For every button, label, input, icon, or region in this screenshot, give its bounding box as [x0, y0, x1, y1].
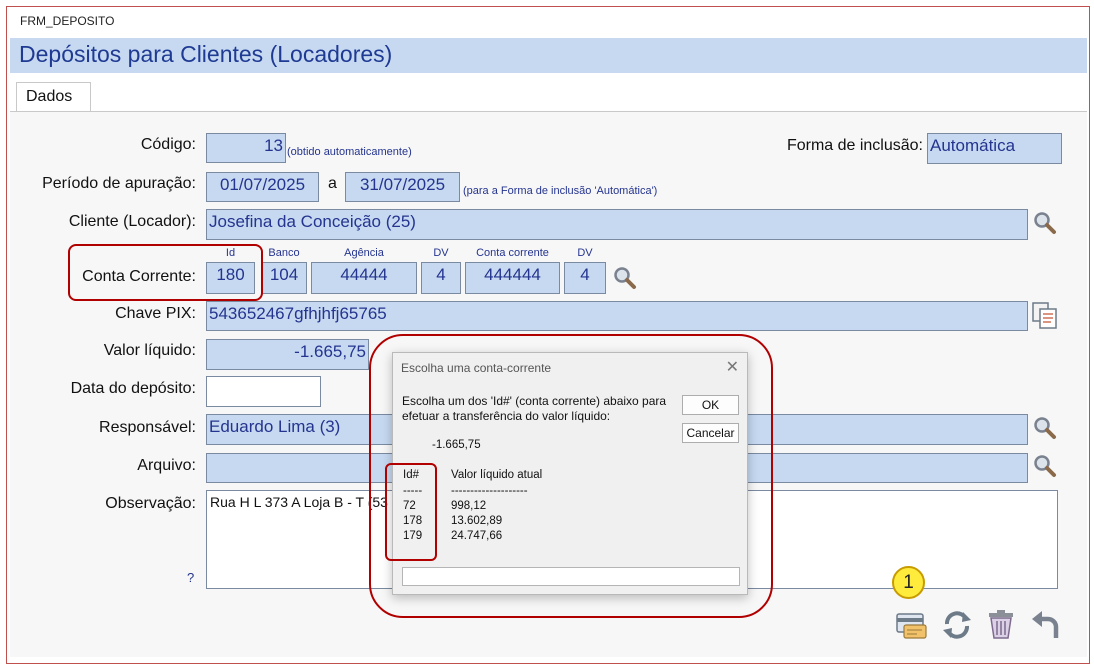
search-icon[interactable]: [613, 266, 637, 290]
codigo-field[interactable]: 13: [206, 133, 286, 163]
help-link[interactable]: ?: [187, 570, 194, 585]
step-badge: 1: [892, 566, 925, 599]
conta-dv1-field[interactable]: 4: [421, 262, 461, 294]
conta-dv1-header: DV: [433, 247, 449, 259]
form-header: Depósitos para Clientes (Locadores): [10, 38, 1087, 73]
pix-label: Chave PIX:: [115, 305, 196, 322]
forma-inclusao-field[interactable]: Automática: [927, 133, 1062, 164]
conta-agencia-header: Agência: [344, 247, 384, 259]
tab-dados[interactable]: Dados: [16, 82, 91, 112]
conta-dv2-field[interactable]: 4: [564, 262, 606, 294]
periodo-start-field[interactable]: 01/07/2025: [206, 172, 319, 202]
valor-field[interactable]: -1.665,75: [206, 339, 369, 370]
copy-icon[interactable]: [1032, 302, 1059, 330]
deposit-card-icon[interactable]: [895, 610, 928, 640]
cliente-field[interactable]: Josefina da Conceição (25): [206, 209, 1028, 240]
conta-corrente-header: Conta corrente: [476, 247, 549, 259]
trash-icon[interactable]: [986, 608, 1016, 640]
pix-field[interactable]: 543652467gfhjhfj65765: [206, 301, 1028, 331]
periodo-note: (para a Forma de inclusão 'Automática'): [463, 185, 658, 197]
conta-dv2-header: DV: [577, 247, 593, 259]
periodo-label: Período de apuração:: [42, 175, 196, 192]
conta-agencia-field[interactable]: 44444: [311, 262, 417, 294]
data-deposito-label: Data do depósito:: [70, 380, 196, 397]
forma-inclusao-label: Forma de inclusão:: [786, 137, 923, 154]
search-icon[interactable]: [1033, 416, 1057, 440]
codigo-note: (obtido automaticamente): [287, 146, 412, 158]
window-title: FRM_DEPOSITO: [20, 14, 115, 28]
conta-banco-field[interactable]: 104: [261, 262, 307, 294]
page-title: Depósitos para Clientes (Locadores): [19, 41, 393, 67]
valor-label: Valor líquido:: [103, 342, 196, 359]
arquivo-label: Arquivo:: [137, 457, 196, 474]
responsavel-label: Responsável:: [99, 419, 196, 436]
search-icon[interactable]: [1033, 454, 1057, 478]
periodo-end-field[interactable]: 31/07/2025: [345, 172, 460, 202]
data-deposito-field[interactable]: [206, 376, 321, 407]
undo-icon[interactable]: [1030, 610, 1062, 640]
observacao-label: Observação:: [105, 495, 196, 512]
conta-corrente-field[interactable]: 444444: [465, 262, 560, 294]
cliente-label: Cliente (Locador):: [68, 213, 196, 230]
conta-highlight: [68, 244, 263, 301]
refresh-icon[interactable]: [941, 609, 973, 641]
search-icon[interactable]: [1033, 211, 1057, 235]
conta-banco-header: Banco: [268, 247, 300, 259]
id-column-highlight: [385, 463, 437, 561]
periodo-separator: a: [328, 175, 337, 192]
codigo-label: Código:: [140, 136, 196, 153]
